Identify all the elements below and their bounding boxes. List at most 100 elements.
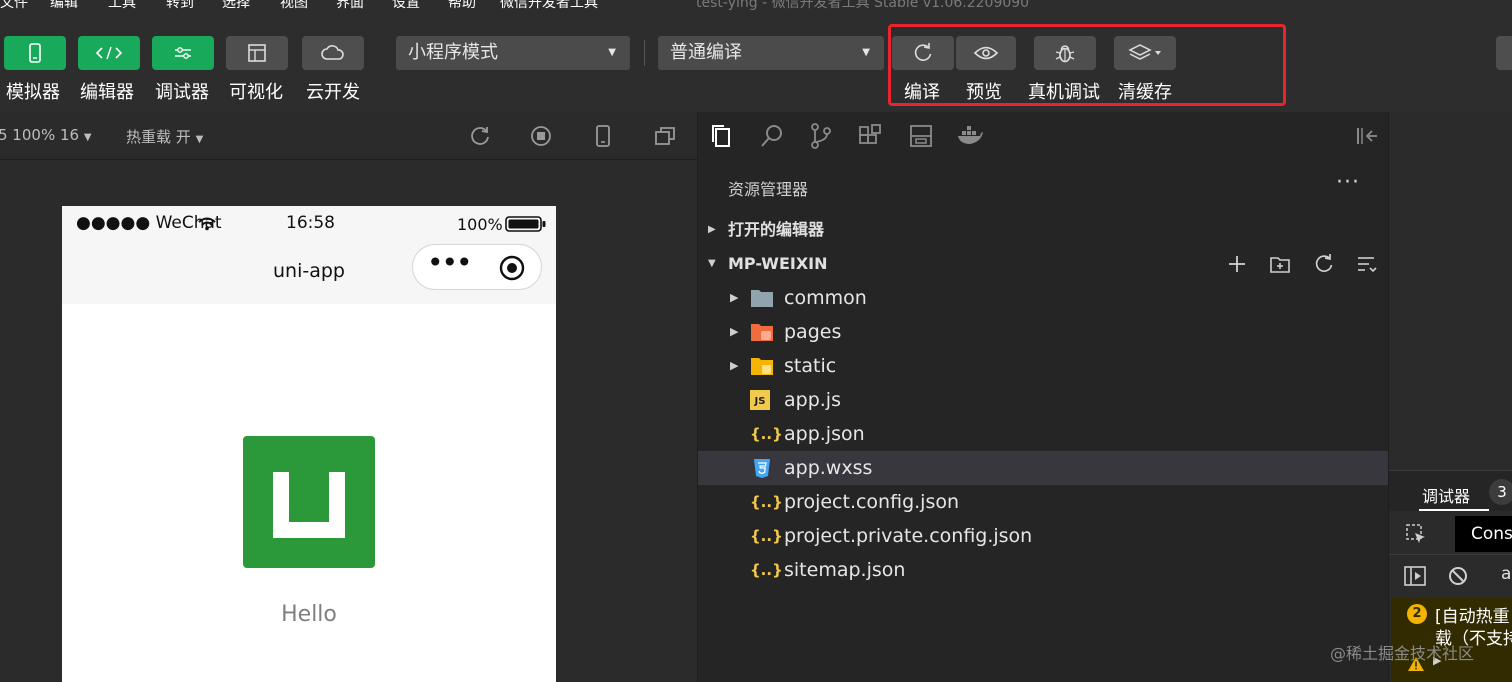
status-battery: 100% — [457, 215, 503, 234]
debugger-label: 调试器 — [155, 82, 209, 103]
menu-edit[interactable]: 编辑 — [50, 0, 78, 12]
json-file-icon: {..} — [750, 527, 783, 545]
tree-item-static[interactable]: ▶ static — [698, 349, 1388, 383]
tree-item-app-json[interactable]: {..} app.json — [698, 417, 1388, 451]
simulator-button[interactable] — [4, 36, 66, 70]
hot-reload-toggle[interactable]: 热重载 开 ▼ — [126, 126, 203, 147]
docker-icon[interactable] — [956, 122, 984, 150]
tree-item-label: pages — [784, 321, 842, 343]
caret-down-icon: ▼ — [83, 132, 92, 143]
device-icon[interactable] — [591, 124, 615, 148]
collapse-all-icon[interactable] — [1355, 253, 1377, 275]
project-section[interactable]: ▼ MP-WEIXIN — [698, 247, 1388, 281]
caret-down-icon: ▼ — [862, 47, 870, 58]
more-dots-icon[interactable]: ••• — [427, 246, 473, 279]
menu-view[interactable]: 视图 — [280, 0, 308, 12]
open-editors-section[interactable]: ▶ 打开的编辑器 — [698, 213, 1388, 247]
zoom-select[interactable]: 5 100% 16 ▼ — [0, 126, 92, 144]
extensions-icon[interactable] — [857, 122, 885, 150]
cloud-icon — [321, 45, 344, 60]
tree-item-common[interactable]: ▶ common — [698, 281, 1388, 315]
stop-icon[interactable] — [529, 124, 553, 148]
menu-ui[interactable]: 界面 — [336, 0, 364, 12]
tree-item-label: app.wxss — [784, 457, 873, 479]
hello-text: Hello — [281, 602, 337, 627]
toolbar-divider — [644, 40, 645, 66]
menu-tools[interactable]: 工具 — [108, 0, 136, 12]
source-control-icon[interactable] — [807, 122, 835, 150]
explorer-title: 资源管理器 — [728, 180, 809, 199]
annotation-highlight-box — [888, 24, 1286, 106]
debugger-tab-bar: 调试器 3 — [1389, 470, 1512, 511]
sidebar-toggle-icon[interactable] — [1403, 565, 1427, 587]
open-editors-label: 打开的编辑器 — [728, 220, 825, 239]
battery-icon — [505, 216, 546, 232]
menu-help[interactable]: 帮助 — [448, 0, 476, 12]
tree-item-label: project.private.config.json — [784, 525, 1033, 547]
tree-item-sitemap[interactable]: {..} sitemap.json — [698, 553, 1388, 587]
js-file-icon: JS — [750, 390, 770, 410]
tree-item-project-config[interactable]: {..} project.config.json — [698, 485, 1388, 519]
phone-screen[interactable]: ●●●●● WeChat 16:58 100% uni-app ••• Hell… — [62, 206, 556, 682]
clear-console-icon[interactable] — [1447, 565, 1469, 587]
debugger-button[interactable] — [152, 36, 214, 70]
storage-icon[interactable] — [907, 122, 935, 150]
menu-devtools[interactable]: 微信开发者工具 — [500, 0, 598, 12]
tree-item-pages[interactable]: ▶ pages — [698, 315, 1388, 349]
phone-navbar: ●●●●● WeChat 16:58 100% uni-app ••• — [62, 206, 556, 304]
menu-file[interactable]: 文件 — [0, 0, 28, 12]
capsule-menu[interactable]: ••• — [412, 244, 542, 290]
mode-select[interactable]: 小程序模式 ▼ — [396, 36, 630, 70]
more-actions-icon[interactable]: ··· — [1336, 170, 1360, 195]
tree-item-label: app.json — [784, 423, 865, 445]
search-icon[interactable] — [758, 122, 786, 150]
menu-bar: 文件 编辑 工具 转到 选择 视图 界面 设置 帮助 微信开发者工具 test-… — [0, 0, 1512, 12]
editor-button[interactable] — [78, 36, 140, 70]
menu-goto[interactable]: 转到 — [166, 0, 194, 12]
tree-item-label: common — [784, 287, 867, 309]
hot-reload-value: 热重载 开 — [126, 128, 191, 146]
inspect-element-icon[interactable] — [1405, 523, 1427, 545]
compile-select-value: 普通编译 — [670, 42, 742, 63]
debugger-tab[interactable]: 调试器 — [1422, 483, 1470, 507]
popout-icon[interactable] — [653, 124, 677, 148]
project-label: MP-WEIXIN — [728, 254, 828, 273]
files-icon[interactable] — [708, 122, 736, 150]
warning-count-badge: 2 — [1407, 604, 1427, 624]
console-filter-text[interactable]: a — [1501, 564, 1511, 584]
status-time: 16:58 — [286, 213, 335, 233]
cloud-button[interactable] — [302, 36, 364, 70]
chevron-right-icon: ▶ — [730, 291, 739, 304]
close-capsule-icon[interactable] — [499, 255, 525, 281]
chevron-right-icon: ▶ — [708, 224, 716, 235]
more-toolbar-button[interactable] — [1496, 36, 1512, 70]
collapse-panel-icon[interactable] — [1352, 122, 1380, 150]
active-tab-indicator — [1419, 509, 1489, 511]
refresh-explorer-icon[interactable] — [1313, 253, 1335, 275]
uniapp-logo — [243, 436, 375, 568]
tree-item-project-private-config[interactable]: {..} project.private.config.json — [698, 519, 1388, 553]
compile-select[interactable]: 普通编译 ▼ — [658, 36, 884, 70]
visual-label: 可视化 — [229, 82, 283, 103]
tree-item-label: sitemap.json — [784, 559, 906, 581]
visual-button[interactable] — [226, 36, 288, 70]
json-file-icon: {..} — [750, 493, 783, 511]
tree-item-app-wxss[interactable]: app.wxss — [698, 451, 1388, 485]
console-tab[interactable]: Cons — [1455, 516, 1512, 552]
caret-down-icon: ▼ — [195, 134, 204, 145]
console-tab-label: Cons — [1471, 524, 1512, 544]
watermark: @稀土掘金技术社区 — [1330, 644, 1475, 663]
wifi-icon — [198, 217, 216, 231]
rotate-icon[interactable] — [468, 124, 492, 148]
menu-select[interactable]: 选择 — [222, 0, 250, 12]
mode-select-value: 小程序模式 — [408, 42, 498, 63]
new-folder-icon[interactable] — [1269, 253, 1291, 275]
new-file-icon[interactable] — [1226, 253, 1248, 275]
css-file-icon — [754, 459, 770, 478]
code-icon — [95, 46, 123, 60]
devtools-tab-bar: Cons — [1389, 514, 1512, 555]
simulator-label: 模拟器 — [6, 82, 60, 103]
pages-folder-icon — [751, 324, 773, 341]
menu-settings[interactable]: 设置 — [392, 0, 420, 12]
tree-item-app-js[interactable]: JS app.js — [698, 383, 1388, 417]
